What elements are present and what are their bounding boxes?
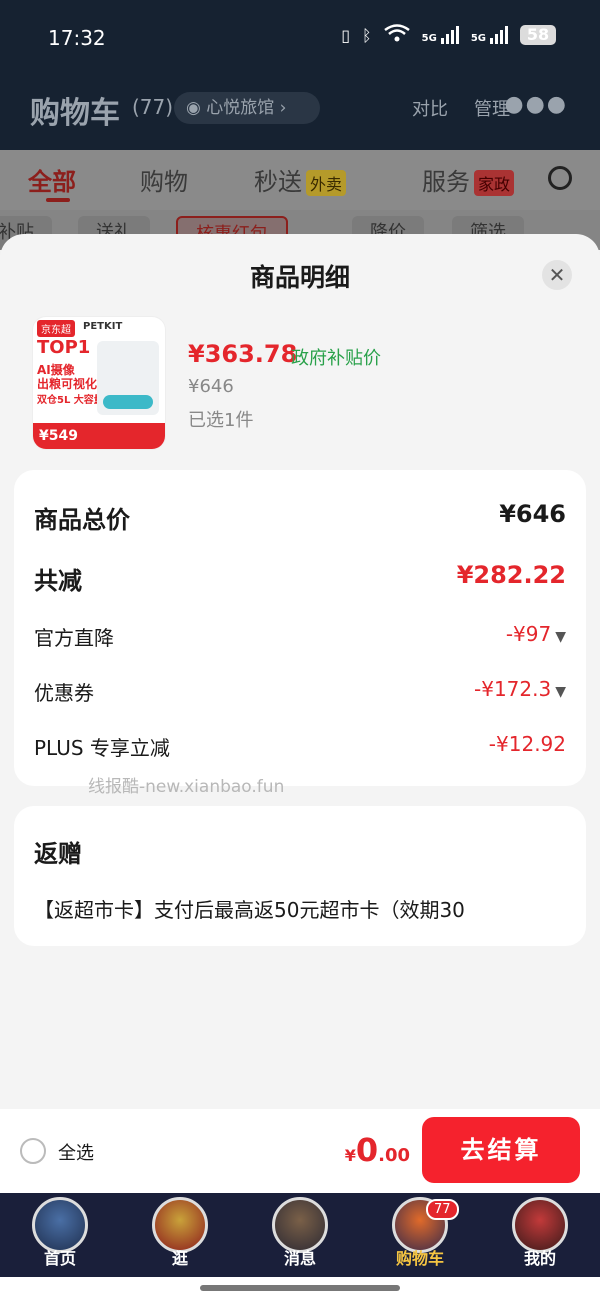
close-button[interactable]: ✕ bbox=[542, 260, 572, 290]
product-image[interactable]: 京东超 PETKIT TOP1 AI摄像 出粮可视化 双仓5L 大容量 ¥549 bbox=[32, 316, 166, 450]
nav-home[interactable]: 首页 bbox=[0, 1193, 120, 1277]
search-icon[interactable] bbox=[548, 166, 572, 190]
signal-icon-1: 5G bbox=[422, 26, 459, 44]
more-icon[interactable]: ●●● bbox=[504, 92, 568, 117]
gift-title: 返赠 bbox=[34, 840, 82, 868]
nav-browse[interactable]: 逛 bbox=[120, 1193, 240, 1277]
coupon-label: 优惠券 bbox=[34, 681, 94, 705]
product-image-brand: PETKIT bbox=[83, 321, 123, 332]
official-discount-value: -¥97 bbox=[505, 622, 552, 646]
bluetooth-icon: ᛒ bbox=[362, 25, 372, 45]
nav-cart-label: 购物车 bbox=[395, 1249, 444, 1268]
product-detail-sheet: 商品明细 ✕ 京东超 PETKIT TOP1 AI摄像 出粮可视化 双仓5L 大… bbox=[0, 234, 600, 1109]
chevron-right-icon: › bbox=[279, 98, 287, 118]
compare-button[interactable]: 对比 bbox=[412, 95, 448, 121]
vibrate-icon: ▯ bbox=[341, 25, 351, 45]
category-tabs: 全部 购物 秒送 外卖 服务 家政 bbox=[0, 150, 600, 210]
wifi-icon bbox=[383, 24, 410, 46]
plus-discount-value: -¥12.92 bbox=[488, 732, 566, 756]
status-icons: ▯ ᛒ 5G 5G 58 bbox=[341, 24, 556, 46]
product-image-line2: 出粮可视化 bbox=[37, 377, 98, 391]
product-image-badge: 京东超 bbox=[37, 320, 75, 337]
discount-label: 共减 bbox=[34, 567, 82, 595]
product-image-top: TOP1 bbox=[37, 337, 91, 358]
product-image-line3: 双仓5L 大容量 bbox=[37, 395, 104, 406]
total-dec: .00 bbox=[378, 1145, 410, 1166]
total-label: 商品总价 bbox=[34, 506, 130, 534]
gift-card: 返赠 【返超市卡】支付后最高返50元超市卡（效期30 bbox=[14, 806, 586, 946]
nav-home-label: 首页 bbox=[43, 1249, 76, 1268]
sheet-title: 商品明细 bbox=[249, 263, 350, 292]
status-bar: 17:32 ▯ ᛒ 5G 5G 58 bbox=[0, 0, 600, 76]
bottom-nav: 首页 逛 消息 77 购物车 我的 bbox=[0, 1193, 600, 1277]
tab-service-label: 服务 bbox=[422, 168, 470, 196]
current-price: ¥363.78 bbox=[188, 340, 298, 368]
selected-count: 已选1件 bbox=[188, 410, 254, 431]
official-discount-label: 官方直降 bbox=[34, 626, 114, 650]
page-title: 购物车 bbox=[30, 96, 120, 131]
nav-me[interactable]: 我的 bbox=[480, 1193, 600, 1277]
total-value: ¥646 bbox=[499, 500, 566, 528]
tab-shopping[interactable]: 购物 bbox=[140, 162, 188, 197]
price-tag: 政府补贴价 bbox=[291, 348, 381, 369]
select-all-checkbox[interactable] bbox=[20, 1138, 46, 1164]
checkout-total: ¥0.00 bbox=[345, 1131, 410, 1169]
home-indicator-area bbox=[0, 1277, 600, 1302]
tab-instant-label: 秒送 bbox=[254, 168, 302, 196]
product-image-price: ¥549 bbox=[33, 423, 165, 449]
watermark: 线报酷-new.xianbao.fun bbox=[88, 777, 285, 797]
nav-browse-label: 逛 bbox=[171, 1249, 188, 1268]
gift-text: 【返超市卡】支付后最高返50元超市卡（效期30 bbox=[34, 898, 465, 922]
battery-icon: 58 bbox=[520, 25, 556, 45]
cart-count: (77) bbox=[132, 95, 174, 119]
chevron-down-icon[interactable]: ▼ bbox=[555, 684, 566, 700]
original-price: ¥646 bbox=[188, 376, 234, 397]
nav-cart[interactable]: 77 购物车 bbox=[360, 1193, 480, 1277]
signal-icon-2: 5G bbox=[471, 26, 508, 44]
price-summary-card: 商品总价 ¥646 共减 ¥282.22 官方直降 -¥97 ▼ 优惠券 -¥17… bbox=[14, 470, 586, 786]
tab-service-badge: 家政 bbox=[474, 170, 515, 196]
top-header-area: 17:32 ▯ ᛒ 5G 5G 58 购物车 (77) ◉ 心悦旅馆 › 对比 … bbox=[0, 0, 600, 150]
tab-service[interactable]: 服务 家政 bbox=[422, 162, 515, 197]
eye-icon: ◉ bbox=[186, 98, 201, 118]
checkout-bar: 全选 ¥0.00 去结算 bbox=[0, 1109, 600, 1193]
tab-instant-badge: 外卖 bbox=[306, 170, 347, 196]
address-label: 心悦旅馆 bbox=[206, 98, 275, 118]
cart-badge: 77 bbox=[426, 1199, 459, 1220]
currency-symbol: ¥ bbox=[344, 1146, 356, 1165]
tab-instant[interactable]: 秒送 外卖 bbox=[254, 162, 347, 197]
tab-all[interactable]: 全部 bbox=[28, 162, 76, 197]
nav-messages-label: 消息 bbox=[283, 1249, 316, 1268]
plus-discount-label: PLUS 专享立减 bbox=[34, 736, 170, 760]
pet-feeder-image bbox=[97, 341, 159, 415]
total-int: 0 bbox=[355, 1131, 379, 1169]
status-time: 17:32 bbox=[48, 26, 106, 50]
nav-messages[interactable]: 消息 bbox=[240, 1193, 360, 1277]
close-icon: ✕ bbox=[548, 263, 566, 287]
cart-header: 购物车 (77) ◉ 心悦旅馆 › 对比 管理 ●●● bbox=[0, 80, 600, 136]
nav-me-label: 我的 bbox=[523, 1249, 556, 1268]
address-chip[interactable]: ◉ 心悦旅馆 › bbox=[174, 92, 320, 124]
tab-underline bbox=[46, 198, 70, 202]
select-all-label[interactable]: 全选 bbox=[58, 1139, 94, 1165]
chevron-down-icon[interactable]: ▼ bbox=[555, 629, 566, 645]
home-indicator[interactable] bbox=[200, 1285, 400, 1291]
discount-value: ¥282.22 bbox=[456, 561, 566, 589]
coupon-value: -¥172.3 bbox=[474, 677, 552, 701]
checkout-button[interactable]: 去结算 bbox=[422, 1117, 580, 1183]
